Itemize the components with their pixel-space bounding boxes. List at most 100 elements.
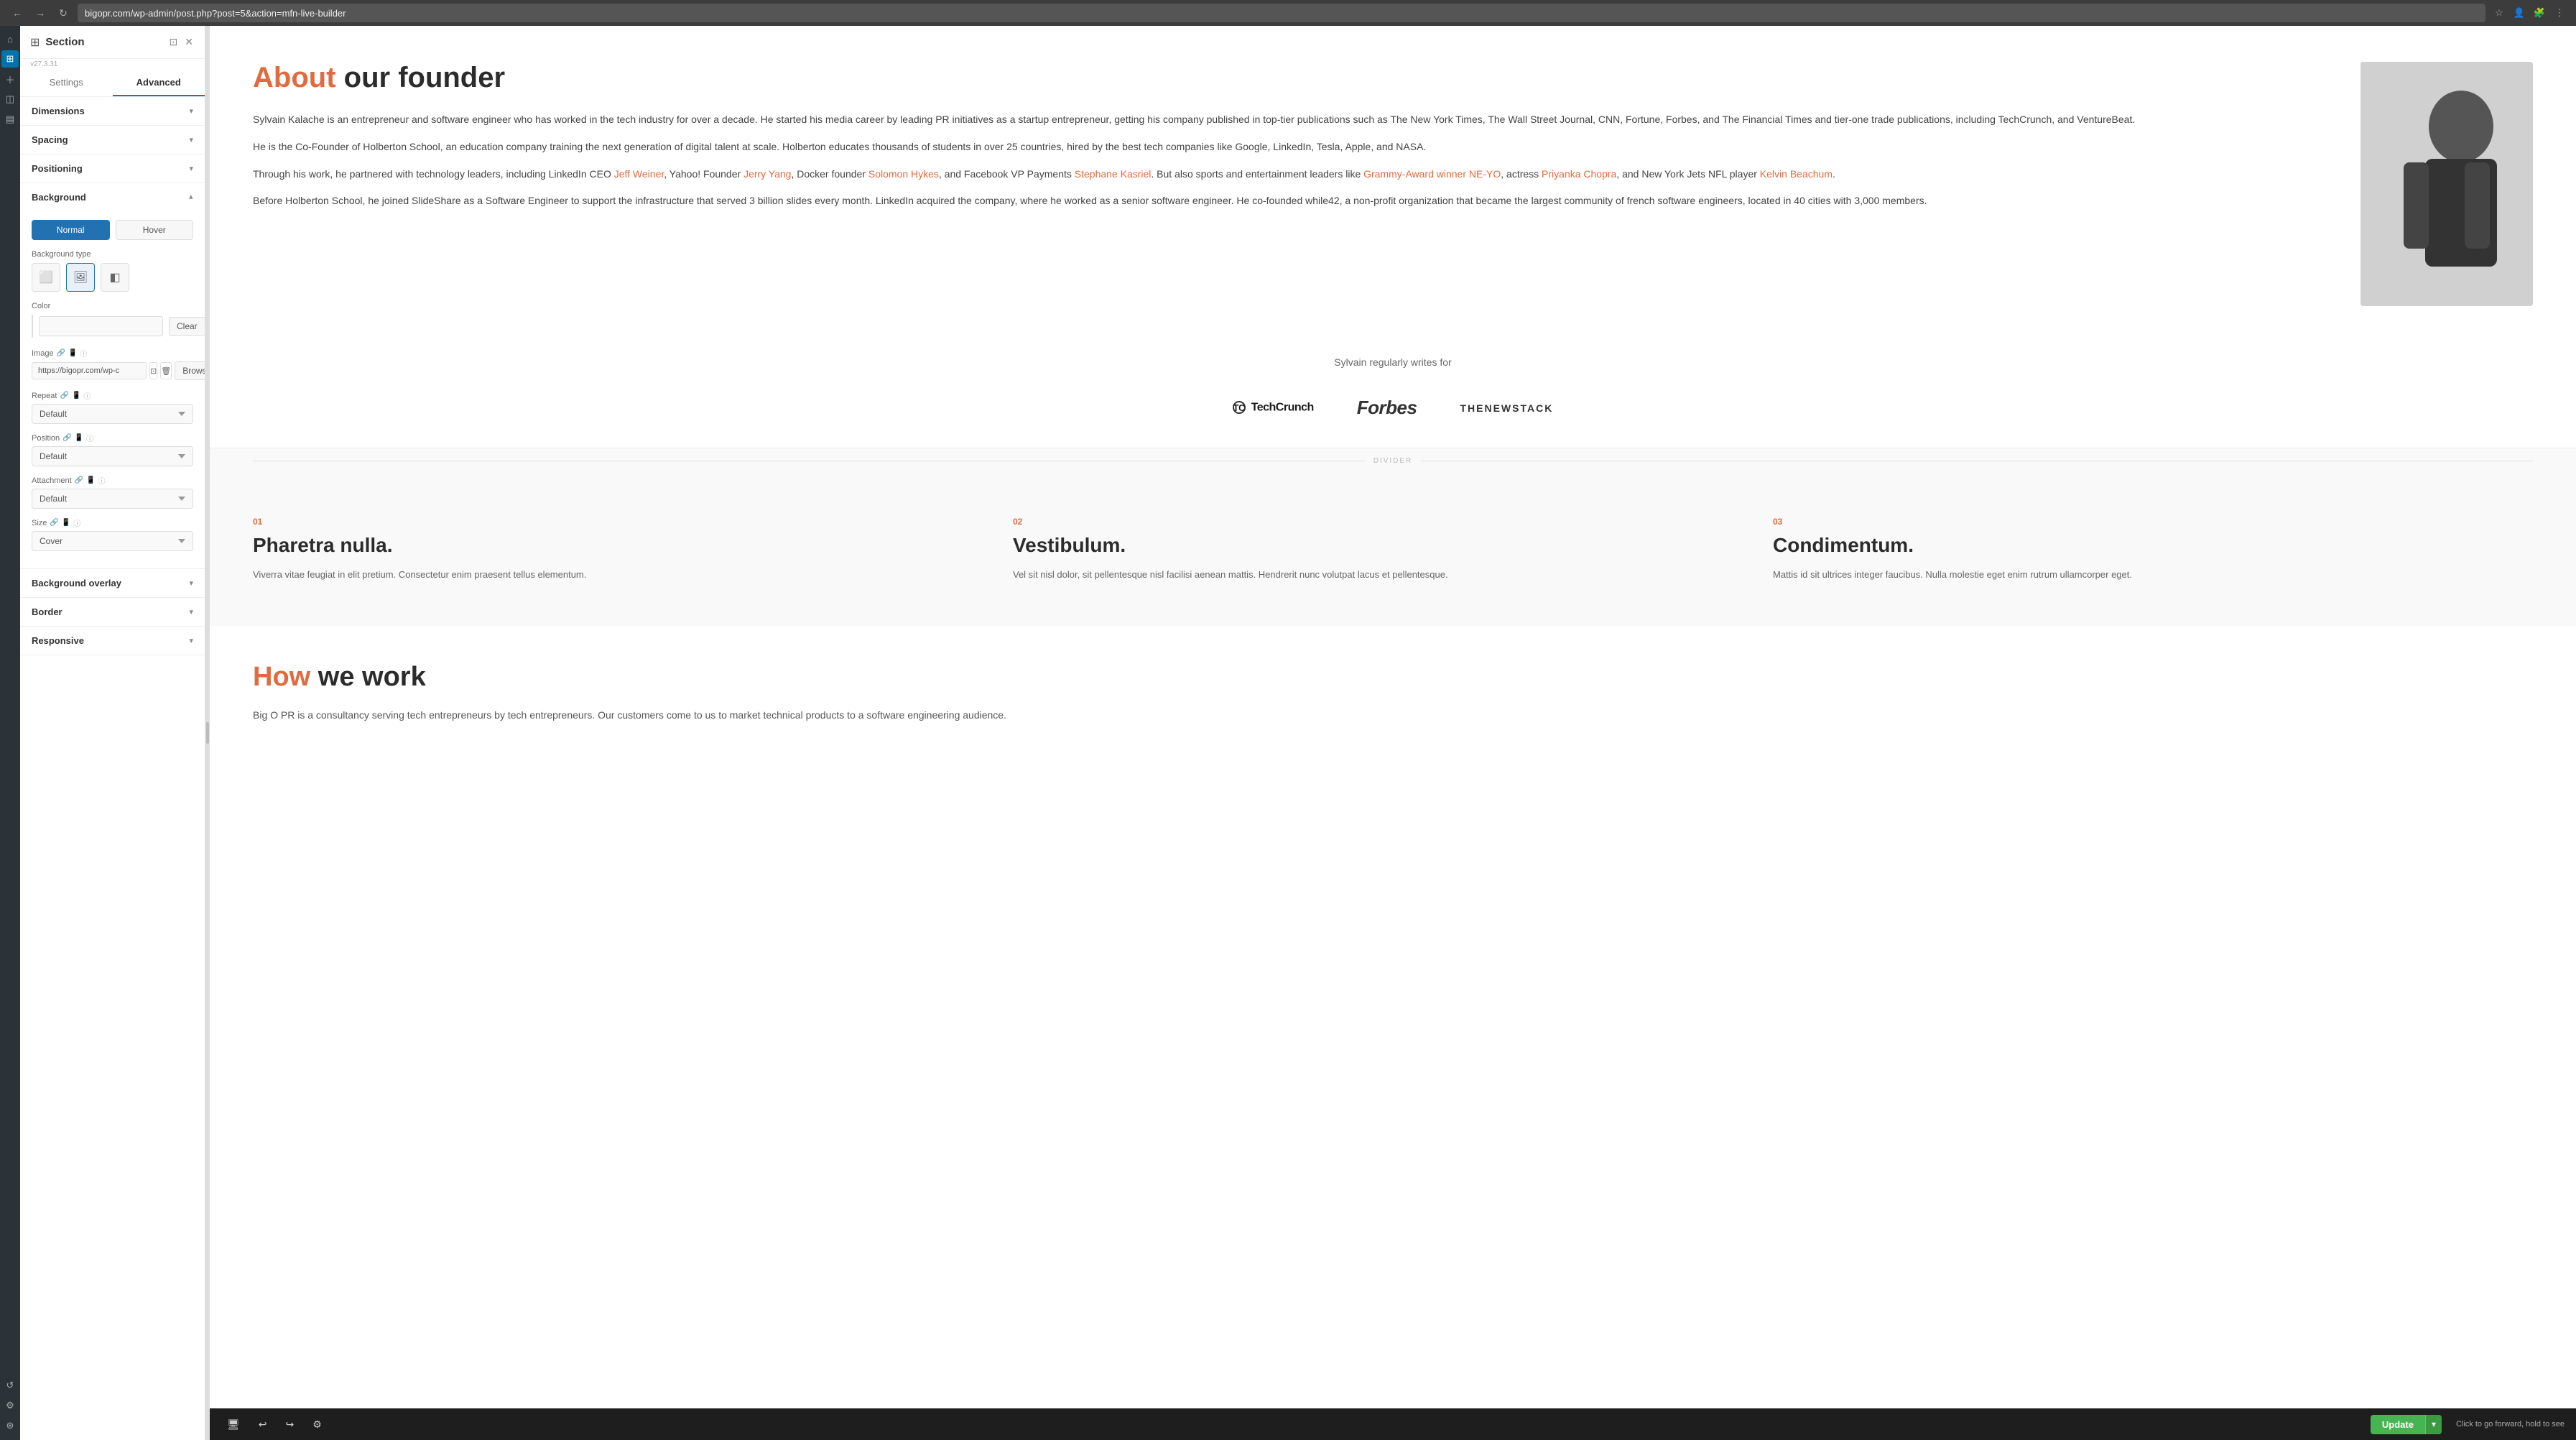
- image-link-icon[interactable]: 🔗: [57, 349, 65, 357]
- positioning-arrow-icon: ▾: [189, 164, 193, 173]
- size-link-icon[interactable]: 🔗: [50, 519, 58, 527]
- attachment-select[interactable]: Default: [32, 489, 193, 509]
- address-bar[interactable]: [78, 4, 2485, 22]
- image-url-input[interactable]: [32, 362, 147, 379]
- forbes-logo: Forbes: [1357, 397, 1417, 419]
- attachment-responsive-icon[interactable]: 📱: [86, 476, 95, 484]
- attachment-link-icon[interactable]: 🔗: [75, 476, 83, 484]
- background-arrow-icon: ▾: [189, 193, 193, 202]
- profile-icon[interactable]: 👤: [2511, 5, 2527, 21]
- responsive-header[interactable]: Responsive ▾: [20, 627, 205, 655]
- bg-type-color-button[interactable]: ⬜: [32, 263, 60, 292]
- image-delete-button[interactable]: 🗑: [160, 362, 172, 379]
- sidebar-wp-icon[interactable]: ⊛: [1, 1417, 19, 1434]
- image-info-icon[interactable]: ⓘ: [80, 348, 87, 359]
- background-overlay-label: Background overlay: [32, 578, 121, 589]
- spacing-arrow-icon: ▾: [189, 135, 193, 144]
- position-field-group: Position 🔗 📱 ⓘ Default: [32, 433, 193, 466]
- size-label-row: Size 🔗 📱 ⓘ: [32, 517, 193, 528]
- color-swatch[interactable]: [32, 315, 33, 338]
- border-header[interactable]: Border ▾: [20, 598, 205, 626]
- position-responsive-icon[interactable]: 📱: [75, 434, 83, 442]
- browser-reload-button[interactable]: ↻: [55, 4, 72, 22]
- color-hex-input[interactable]: [39, 316, 163, 336]
- size-responsive-icon[interactable]: 📱: [62, 519, 70, 527]
- settings-button[interactable]: ⚙: [307, 1416, 328, 1434]
- background-type-options: ⬜ 🖼 ◧: [32, 263, 193, 292]
- redo-button[interactable]: ↪: [280, 1416, 300, 1434]
- tab-settings[interactable]: Settings: [20, 70, 113, 96]
- dimensions-arrow-icon: ▾: [189, 106, 193, 116]
- section-icon: ⊞: [30, 35, 40, 50]
- techcrunch-logo: TC TechCrunch: [1233, 401, 1314, 415]
- size-select[interactable]: Cover: [32, 531, 193, 551]
- repeat-select[interactable]: Default: [32, 404, 193, 424]
- normal-toggle-button[interactable]: Normal: [32, 220, 110, 240]
- feature-3-num: 03: [1773, 517, 2511, 527]
- grammy-link[interactable]: Grammy-Award winner NE-YO: [1363, 168, 1501, 180]
- stephane-kasriel-link[interactable]: Stephane Kasriel: [1075, 168, 1152, 180]
- jerry-yang-link[interactable]: Jerry Yang: [743, 168, 791, 180]
- hover-toggle-button[interactable]: Hover: [116, 220, 194, 240]
- version-label: v27.3.31: [20, 59, 205, 70]
- background-type-label: Background type: [32, 250, 193, 259]
- feature-1-body: Viverra vitae feugiat in elit pretium. C…: [253, 567, 991, 583]
- left-panel: ⊞ Section ⊡ ✕ v27.3.31 Settings Advanced…: [20, 26, 205, 1440]
- image-responsive-icon[interactable]: 📱: [68, 349, 77, 357]
- repeat-info-icon[interactable]: ⓘ: [83, 390, 91, 401]
- panel-title: Section: [45, 36, 162, 48]
- bookmark-icon[interactable]: ☆: [2491, 5, 2507, 21]
- feature-2-title: Vestibulum.: [1013, 534, 1751, 557]
- background-overlay-header[interactable]: Background overlay ▾: [20, 569, 205, 597]
- solomon-hykes-link[interactable]: Solomon Hykes: [868, 168, 939, 180]
- sidebar-home-icon[interactable]: ⌂: [1, 30, 19, 47]
- tab-advanced[interactable]: Advanced: [113, 70, 205, 96]
- para3-mid2: , Docker founder: [791, 168, 868, 180]
- about-para4: Before Holberton School, he joined Slide…: [253, 193, 2332, 210]
- undo-button[interactable]: ↩: [253, 1416, 273, 1434]
- image-copy-button[interactable]: ⊡: [149, 362, 157, 379]
- about-para2: He is the Co-Founder of Holberton School…: [253, 139, 2332, 156]
- bg-type-image-button[interactable]: 🖼: [66, 263, 95, 292]
- positioning-header[interactable]: Positioning ▾: [20, 154, 205, 183]
- position-select[interactable]: Default: [32, 446, 193, 466]
- bg-type-gradient-button[interactable]: ◧: [101, 263, 129, 292]
- responsive-label: Responsive: [32, 635, 84, 646]
- sidebar-settings-icon[interactable]: ⚙: [1, 1397, 19, 1414]
- browser-back-button[interactable]: ←: [9, 4, 26, 22]
- sidebar-layers-icon[interactable]: ◫: [1, 91, 19, 108]
- menu-icon[interactable]: ⋮: [2552, 5, 2567, 21]
- how-body-text: Big O PR is a consultancy serving tech e…: [253, 707, 2533, 724]
- sidebar-add-icon[interactable]: ＋: [1, 70, 19, 88]
- extensions-icon[interactable]: 🧩: [2531, 5, 2547, 21]
- kelvin-beachum-link[interactable]: Kelvin Beachum: [1760, 168, 1833, 180]
- repeat-responsive-icon[interactable]: 📱: [72, 392, 80, 400]
- about-image: [2360, 62, 2533, 306]
- browse-button[interactable]: Browse: [175, 361, 205, 380]
- update-button[interactable]: Update: [2371, 1415, 2425, 1434]
- attachment-info-icon[interactable]: ⓘ: [98, 475, 106, 486]
- device-desktop-button[interactable]: 🖥: [221, 1416, 246, 1434]
- sidebar-grid-icon[interactable]: ⊞: [1, 50, 19, 68]
- spacing-header[interactable]: Spacing ▾: [20, 126, 205, 154]
- priyanka-chopra-link[interactable]: Priyanka Chopra: [1542, 168, 1616, 180]
- panel-copy-button[interactable]: ⊡: [168, 34, 180, 50]
- jeff-weiner-link[interactable]: Jeff Weiner: [614, 168, 664, 180]
- sidebar-media-icon[interactable]: ▤: [1, 111, 19, 128]
- attachment-field-group: Attachment 🔗 📱 ⓘ Default: [32, 475, 193, 509]
- spacing-label: Spacing: [32, 134, 68, 145]
- panel-close-button[interactable]: ✕: [183, 34, 195, 50]
- repeat-link-icon[interactable]: 🔗: [60, 392, 68, 400]
- page-canvas: About our founder Sylvain Kalache is an …: [210, 26, 2576, 1408]
- sidebar-history-icon[interactable]: ↺: [1, 1377, 19, 1394]
- responsive-section: Responsive ▾: [20, 627, 205, 655]
- browser-forward-button[interactable]: →: [32, 4, 49, 22]
- size-info-icon[interactable]: ⓘ: [73, 517, 80, 528]
- background-header[interactable]: Background ▾: [20, 183, 205, 211]
- dimensions-header[interactable]: Dimensions ▾: [20, 97, 205, 125]
- clear-color-button[interactable]: Clear: [169, 317, 205, 336]
- update-dropdown-button[interactable]: ▾: [2425, 1415, 2442, 1434]
- position-info-icon[interactable]: ⓘ: [86, 433, 93, 443]
- how-section: How we work Big O PR is a consultancy se…: [210, 626, 2576, 739]
- position-link-icon[interactable]: 🔗: [62, 434, 71, 442]
